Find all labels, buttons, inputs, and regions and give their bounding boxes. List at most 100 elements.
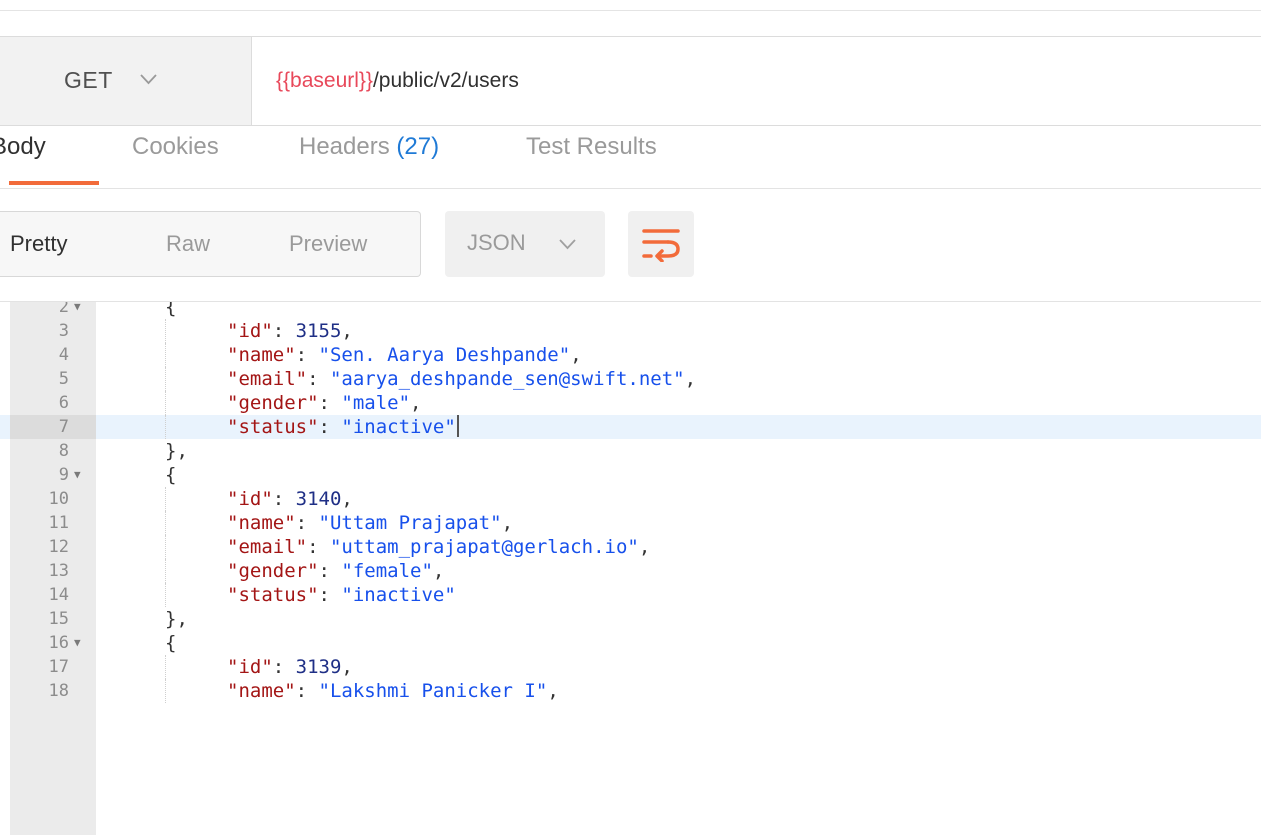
code-text: "email": "uttam_prajapat@gerlach.io", [227,535,650,559]
chevron-down-icon [140,74,157,85]
indent-guide [165,415,166,439]
line-number: 11 [48,513,69,533]
raw-button[interactable]: Raw [166,231,210,257]
json-number: 3139 [295,656,342,678]
code-line: 3 "id": 3155, [0,319,1261,343]
code-text: { [165,631,176,655]
code-text: "name": "Sen. Aarya Deshpande", [227,343,582,367]
url-input[interactable]: {{baseurl}}/public/v2/users [276,69,519,93]
tab-headers[interactable]: Headers (27) [299,133,439,161]
line-number: 10 [48,489,69,509]
line-number: 15 [48,609,69,629]
json-key: "email" [227,368,308,390]
line-number: 14 [48,585,69,605]
json-colon: : [318,416,342,438]
json-comma: , [341,488,353,510]
code-line: 14 "status": "inactive" [0,583,1261,607]
indent-guide [165,535,166,559]
json-string: "Uttam Prajapat" [318,512,502,534]
response-body-editor[interactable]: 2 ▼ {3 "id": 3155, 4 "name": "Sen. Aarya Desh… [0,302,1261,835]
code-text: "gender": "male", [227,391,422,415]
indent-guide [165,511,166,535]
json-key: "name" [227,344,296,366]
code-text: "email": "aarya_deshpande_sen@swift.net"… [227,367,696,391]
code-line: 4 "name": "Sen. Aarya Deshpande", [0,343,1261,367]
json-colon: : [272,656,296,678]
json-string: "Sen. Aarya Deshpande" [318,344,571,366]
method-select[interactable]: GET [0,37,252,125]
fold-toggle-icon[interactable]: ▼ [74,463,81,487]
line-number: 18 [48,681,69,701]
code-line: 8}, [0,439,1261,463]
json-colon: : [295,680,319,702]
line-number: 13 [48,561,69,581]
line-number: 16 [48,633,69,653]
fold-toggle-icon[interactable]: ▼ [74,631,81,655]
tab-headers-label: Headers [299,133,390,160]
code-text: }, [165,439,188,463]
line-number: 3 [58,321,69,341]
json-brace: { [165,302,177,318]
code-line: 7 "status": "inactive" [0,415,1261,439]
method-label: GET [64,67,113,93]
code-line: 17 "id": 3139, [0,655,1261,679]
code-line: 13 "gender": "female", [0,559,1261,583]
json-key: "gender" [227,392,319,414]
preview-button[interactable]: Preview [289,231,367,257]
code-line: 5 "email": "aarya_deshpande_sen@swift.net… [0,367,1261,391]
code-line: 2 ▼ { [0,302,1261,319]
format-select[interactable]: JSON [445,211,605,277]
json-brace: { [165,632,177,654]
json-comma: , [638,536,651,558]
json-number: 3155 [295,320,342,342]
chevron-down-icon [559,239,576,250]
json-number: 3140 [295,488,342,510]
line-number: 2 [58,302,69,317]
line-number: 6 [58,393,69,413]
line-number: 17 [48,657,69,677]
headers-count: (27) [396,133,440,160]
code-text: { [165,302,176,319]
code-line: 12 "email": "uttam_prajapat@gerlach.io", [0,535,1261,559]
code-line: 18 "name": "Lakshmi Panicker I", [0,679,1261,703]
top-divider [0,10,1261,11]
code-line: 11 "name": "Uttam Prajapat", [0,511,1261,535]
tab-cookies[interactable]: Cookies [132,133,219,161]
indent-guide [165,487,166,511]
tab-body[interactable]: Body [0,133,46,161]
indent-guide [165,679,166,703]
code-line: 9 ▼ { [0,463,1261,487]
url-path: /public/v2/users [372,69,519,92]
json-string: "aarya_deshpande_sen@swift.net" [329,368,685,390]
json-comma: , [341,320,353,342]
json-key: "name" [227,512,296,534]
indent-guide [165,319,166,343]
json-colon: : [318,560,342,582]
line-number: 12 [48,537,69,557]
format-label: JSON [467,230,526,255]
json-key: "status" [227,584,319,606]
json-string: "inactive" [341,416,456,438]
wrap-lines-button[interactable] [628,211,694,277]
line-number: 9 [58,465,69,485]
code-line: 16 ▼ { [0,631,1261,655]
text-cursor [456,415,459,437]
json-colon: : [318,584,342,606]
code-text: { [165,463,176,487]
json-brace: { [165,464,177,486]
code-text: "status": "inactive" [227,583,456,607]
code-line: 6 "gender": "male", [0,391,1261,415]
pretty-button[interactable]: Pretty [10,231,67,257]
code-text: "id": 3155, [227,319,353,343]
fold-toggle-icon[interactable]: ▼ [74,302,81,319]
json-key: "status" [227,416,319,438]
json-key: "id" [227,320,273,342]
tab-test-results[interactable]: Test Results [526,133,657,161]
indent-guide [165,655,166,679]
json-colon: : [307,536,330,558]
indent-guide [165,583,166,607]
indent-guide [165,559,166,583]
code-text: "id": 3139, [227,655,353,679]
code-line: 10 "id": 3140, [0,487,1261,511]
line-number: 8 [58,441,69,461]
